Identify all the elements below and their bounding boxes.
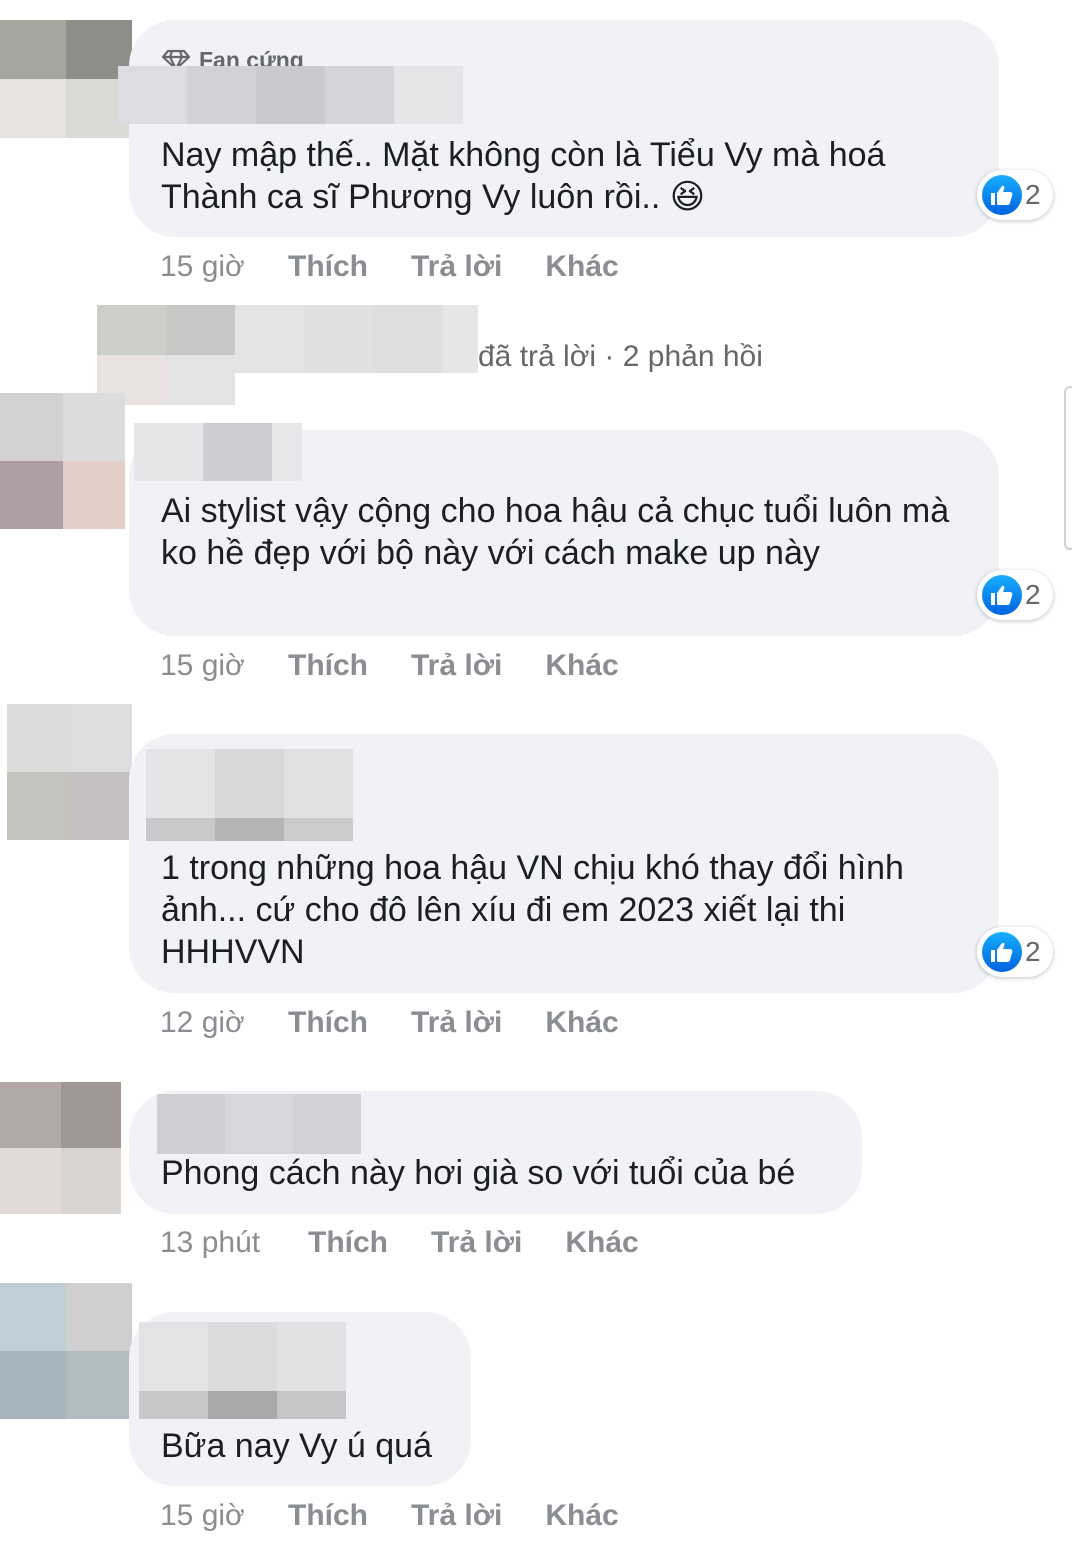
reaction-count[interactable]: 2 — [977, 570, 1053, 620]
more-button[interactable]: Khác — [565, 1226, 638, 1260]
comment-actions: 15 giờ Thích Trả lời Khác — [160, 1496, 662, 1536]
reply-count: 2 phản hồi — [622, 340, 763, 373]
like-icon — [982, 575, 1022, 615]
commenter-name[interactable] — [134, 423, 302, 481]
reply-button[interactable]: Trả lời — [411, 250, 502, 284]
like-icon — [982, 175, 1022, 215]
avatar[interactable] — [0, 1082, 121, 1214]
comment-text: Phong cách này hơi già so với tuổi của b… — [161, 1154, 796, 1192]
commenter-name[interactable] — [118, 66, 463, 124]
scrollbar[interactable] — [1064, 386, 1072, 550]
like-button[interactable]: Thích — [288, 1006, 368, 1040]
reply-button[interactable]: Trả lời — [431, 1226, 522, 1260]
avatar[interactable] — [0, 20, 132, 138]
view-replies-link[interactable]: đã trả lời · 2 phản hồi — [478, 340, 763, 374]
comment-actions: 15 giờ Thích Trả lời Khác — [160, 646, 662, 686]
like-button[interactable]: Thích — [288, 649, 368, 683]
replied-label: đã trả lời — [478, 340, 597, 373]
comment-bubble: Fan cứng Nay mập thế.. Mặt không còn là … — [129, 20, 999, 237]
reaction-count[interactable]: 2 — [977, 170, 1053, 220]
reply-button[interactable]: Trả lời — [411, 1499, 502, 1533]
comment-actions: 15 giờ Thích Trả lời Khác — [160, 247, 662, 287]
like-button[interactable]: Thích — [288, 250, 368, 284]
like-button[interactable]: Thích — [288, 1499, 368, 1533]
reply-button[interactable]: Trả lời — [411, 649, 502, 683]
comment-actions: 12 giờ Thích Trả lời Khác — [160, 1003, 662, 1043]
reply-avatar[interactable] — [97, 305, 235, 405]
avatar[interactable] — [7, 704, 132, 840]
avatar[interactable] — [0, 393, 125, 529]
more-button[interactable]: Khác — [545, 649, 618, 683]
avatar[interactable] — [0, 1283, 132, 1419]
comment-thread: Fan cứng Nay mập thế.. Mặt không còn là … — [0, 0, 1072, 1547]
reply-button[interactable]: Trả lời — [411, 1006, 502, 1040]
comment-text: 1 trong những hoa hậu VN chịu khó thay đ… — [161, 849, 914, 971]
more-button[interactable]: Khác — [545, 250, 618, 284]
timestamp[interactable]: 15 giờ — [160, 1499, 288, 1533]
more-button[interactable]: Khác — [545, 1006, 618, 1040]
timestamp[interactable]: 15 giờ — [160, 649, 288, 683]
reaction-number: 2 — [1025, 936, 1041, 967]
timestamp[interactable]: 13 phút — [160, 1226, 308, 1260]
reaction-number: 2 — [1025, 179, 1041, 210]
comment-text: Bữa nay Vy ú quá — [161, 1427, 433, 1465]
commenter-name[interactable] — [157, 1094, 361, 1154]
reaction-count[interactable]: 2 — [977, 927, 1053, 977]
separator: · — [604, 340, 615, 373]
replier-name[interactable] — [235, 305, 478, 373]
timestamp[interactable]: 12 giờ — [160, 1006, 288, 1040]
commenter-name[interactable] — [139, 1322, 346, 1419]
comment-text: Ai stylist vậy cộng cho hoa hậu cả chục … — [161, 492, 959, 572]
more-button[interactable]: Khác — [545, 1499, 618, 1533]
like-icon — [982, 932, 1022, 972]
comment-text: Nay mập thế.. Mặt không còn là Tiểu Vy m… — [161, 136, 895, 216]
commenter-name[interactable] — [146, 749, 353, 841]
like-button[interactable]: Thích — [308, 1226, 388, 1260]
timestamp[interactable]: 15 giờ — [160, 250, 288, 284]
reaction-number: 2 — [1025, 579, 1041, 610]
comment-actions: 13 phút Thích Trả lời Khác — [160, 1223, 682, 1263]
